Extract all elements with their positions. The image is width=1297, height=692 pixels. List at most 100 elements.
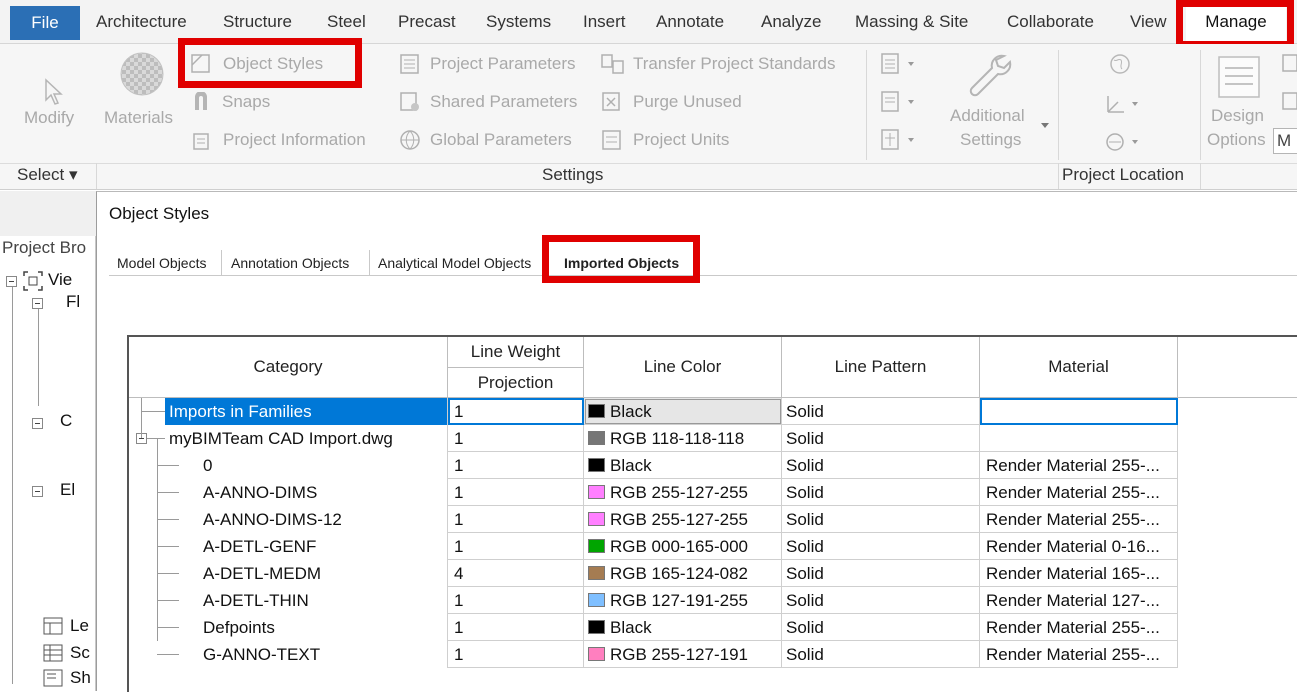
line-weight-cell[interactable]: 1 [448, 533, 584, 560]
table-row[interactable]: A-DETL-GENF 1 RGB 000-165-000 Solid Render M… [129, 533, 1178, 560]
category-cell[interactable]: A-ANNO-DIMS-12 [199, 506, 448, 533]
additional-settings-label[interactable]: Additional [950, 106, 1025, 126]
line-color-cell[interactable]: Black [584, 452, 782, 479]
table-row[interactable]: A-DETL-MEDM 4 RGB 165-124-082 Solid Render M… [129, 560, 1178, 587]
material-cell[interactable]: Render Material 165-... [980, 560, 1178, 587]
header-category[interactable]: Category [129, 337, 448, 398]
line-pattern-cell[interactable]: Solid [782, 533, 980, 560]
header-line-color[interactable]: Line Color [584, 337, 782, 398]
line-pattern-cell[interactable]: Solid [782, 452, 980, 479]
line-pattern-cell[interactable]: Solid [782, 587, 980, 614]
category-cell[interactable]: Defpoints [199, 614, 448, 641]
header-line-pattern[interactable]: Line Pattern [782, 337, 980, 398]
transfer-project-standards-button[interactable]: Transfer Project Standards [633, 54, 836, 74]
line-weight-cell[interactable]: 1 [448, 506, 584, 533]
material-cell[interactable]: Render Material 255-... [980, 479, 1178, 506]
table-row[interactable]: Imports in Families 1 Black Solid [129, 398, 1178, 425]
header-projection[interactable]: Projection [448, 368, 584, 398]
material-cell[interactable] [980, 398, 1178, 425]
table-row[interactable]: A-ANNO-DIMS-12 1 RGB 255-127-255 Solid Rende… [129, 506, 1178, 533]
line-pattern-cell[interactable]: Solid [782, 398, 980, 425]
object-styles-button[interactable]: Object Styles [223, 54, 323, 74]
select-dropdown[interactable]: Select ▾ [17, 165, 78, 185]
snaps-button[interactable]: Snaps [222, 92, 270, 112]
category-cell[interactable]: A-DETL-MEDM [199, 560, 448, 587]
line-color-cell[interactable]: RGB 255-127-191 [584, 641, 782, 668]
line-pattern-cell[interactable]: Solid [782, 425, 980, 452]
category-cell[interactable]: myBIMTeam CAD Import.dwg [165, 425, 448, 452]
line-pattern-cell[interactable]: Solid [782, 560, 980, 587]
design-options-label[interactable]: Design [1211, 106, 1264, 126]
table-row[interactable]: A-ANNO-DIMS 1 RGB 255-127-255 Solid Render M… [129, 479, 1178, 506]
category-cell[interactable]: 0 [199, 452, 448, 479]
material-cell[interactable] [980, 425, 1178, 452]
header-line-weight[interactable]: Line Weight [448, 337, 584, 368]
category-cell[interactable]: A-DETL-THIN [199, 587, 448, 614]
tab-architecture[interactable]: Architecture [96, 0, 187, 44]
tab-annotation-objects[interactable]: Annotation Objects [231, 251, 349, 275]
line-weight-cell[interactable]: 4 [448, 560, 584, 587]
purge-unused-button[interactable]: Purge Unused [633, 92, 742, 112]
tab-structure[interactable]: Structure [223, 0, 292, 44]
line-pattern-cell[interactable]: Solid [782, 614, 980, 641]
expand-collapse-icon[interactable] [6, 276, 17, 287]
line-weight-cell[interactable]: 1 [448, 587, 584, 614]
tab-imported-objects[interactable]: Imported Objects [548, 251, 690, 278]
tab-view[interactable]: View [1130, 0, 1167, 44]
project-parameters-button[interactable]: Project Parameters [430, 54, 576, 74]
line-pattern-cell[interactable]: Solid [782, 641, 980, 668]
line-weight-cell[interactable]: 1 [448, 479, 584, 506]
project-units-button[interactable]: Project Units [633, 130, 729, 150]
tab-systems[interactable]: Systems [486, 0, 551, 44]
tab-file[interactable]: File [10, 6, 80, 40]
tab-collaborate[interactable]: Collaborate [1007, 0, 1094, 44]
material-cell[interactable]: Render Material 255-... [980, 452, 1178, 479]
line-color-cell[interactable]: RGB 255-127-255 [584, 506, 782, 533]
table-row[interactable]: G-ANNO-TEXT 1 RGB 255-127-191 Solid Render M… [129, 641, 1178, 668]
line-color-cell[interactable]: RGB 127-191-255 [584, 587, 782, 614]
line-color-cell[interactable]: RGB 165-124-082 [584, 560, 782, 587]
tab-manage[interactable]: Manage [1186, 4, 1286, 42]
material-cell[interactable]: Render Material 255-... [980, 506, 1178, 533]
line-weight-cell[interactable]: 1 [448, 425, 584, 452]
tree-item-ceiling-plans[interactable]: C [60, 411, 72, 431]
tab-insert[interactable]: Insert [583, 0, 626, 44]
tree-item-schedules[interactable]: Sc [70, 643, 90, 663]
line-color-cell[interactable]: RGB 118-118-118 [584, 425, 782, 452]
tree-item-legends[interactable]: Le [70, 616, 89, 636]
line-pattern-cell[interactable]: Solid [782, 479, 980, 506]
category-cell[interactable]: Imports in Families [165, 398, 448, 425]
tab-analyze[interactable]: Analyze [761, 0, 821, 44]
table-row[interactable]: myBIMTeam CAD Import.dwg 1 RGB 118-118-118… [129, 425, 1178, 452]
line-color-cell[interactable]: RGB 000-165-000 [584, 533, 782, 560]
additional-settings-sublabel[interactable]: Settings [960, 130, 1021, 150]
tree-item-elevations[interactable]: El [60, 480, 75, 500]
material-cell[interactable]: Render Material 255-... [980, 614, 1178, 641]
tab-model-objects[interactable]: Model Objects [117, 251, 206, 275]
material-cell[interactable]: Render Material 0-16... [980, 533, 1178, 560]
category-cell[interactable]: G-ANNO-TEXT [199, 641, 448, 668]
expand-collapse-icon[interactable] [32, 418, 43, 429]
line-color-cell[interactable]: Black [584, 398, 782, 425]
line-color-cell[interactable]: Black [584, 614, 782, 641]
tree-item-sheets[interactable]: Sh [70, 668, 91, 688]
line-weight-cell[interactable]: 1 [448, 398, 584, 425]
line-weight-cell[interactable]: 1 [448, 614, 584, 641]
shared-parameters-button[interactable]: Shared Parameters [430, 92, 577, 112]
tab-massing-site[interactable]: Massing & Site [855, 0, 968, 44]
line-color-cell[interactable]: RGB 255-127-255 [584, 479, 782, 506]
materials-button[interactable]: Materials [104, 108, 173, 128]
tab-precast[interactable]: Precast [398, 0, 456, 44]
design-options-sublabel[interactable]: Options [1207, 130, 1266, 150]
tree-item-floor-plans[interactable]: Fl [66, 292, 80, 312]
tab-analytical-model-objects[interactable]: Analytical Model Objects [378, 251, 546, 275]
header-material[interactable]: Material [980, 337, 1178, 398]
line-weight-cell[interactable]: 1 [448, 641, 584, 668]
tab-steel[interactable]: Steel [327, 0, 366, 44]
material-cell[interactable]: Render Material 255-... [980, 641, 1178, 668]
modify-button[interactable]: Modify [24, 108, 74, 128]
table-row[interactable]: 0 1 Black Solid Render Material 255-... [129, 452, 1178, 479]
tab-annotate[interactable]: Annotate [656, 0, 724, 44]
category-cell[interactable]: A-DETL-GENF [199, 533, 448, 560]
line-weight-cell[interactable]: 1 [448, 452, 584, 479]
